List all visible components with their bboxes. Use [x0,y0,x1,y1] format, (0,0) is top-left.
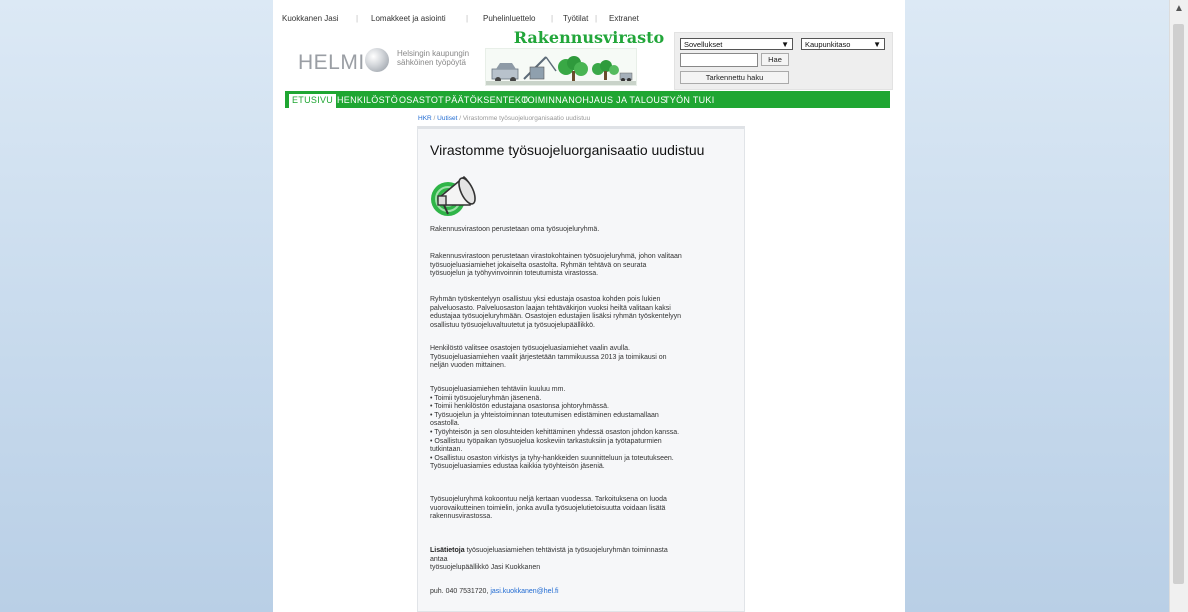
vertical-scrollbar[interactable]: ▲ [1169,0,1188,612]
text-line: työsuojeluasiamiehet jokaiselta osastolt… [430,261,647,269]
search-button[interactable]: Hae [761,53,789,66]
department-banner-image [485,48,637,86]
article-paragraph: Rakennusvirastoon perustetaan virastokoh… [430,253,735,279]
text-line: Lisätietoja työsuojeluasiamiehen tehtävi… [430,547,735,556]
list-item: • Työsuojelun ja yhteistoiminnan toteutu… [430,411,659,419]
text-line: rakennusvirastossa. [430,513,493,521]
list-item: osastolla. [430,420,460,428]
city-level-select[interactable]: Kaupunkitaso ▼ [801,38,885,50]
scrollbar-thumb[interactable] [1173,24,1184,584]
text-line: osallistuu työsuojeluvaltuutetut ja työs… [430,321,595,329]
text-line: Työsuojeluasiamies edustaa kaikkia työyh… [430,463,605,471]
text-line: puh. 040 7531720, jasi.kuokkanen@hel.fi [430,588,735,597]
search-input[interactable] [680,53,758,67]
megaphone-icon [431,175,476,216]
nav-item-tyon-tuki[interactable]: TYÖN TUKI [664,94,715,108]
nav-item-osastot[interactable]: OSASTOT [399,94,444,108]
toplink-user[interactable]: Kuokkanen Jasi [282,14,338,23]
nav-item-henkilosto[interactable]: HENKILÖSTÖ [337,94,398,108]
applications-select[interactable]: Sovellukset ▼ [680,38,793,50]
breadcrumb: HKR / Uutiset / Virastomme työsuojeluorg… [418,115,590,122]
city-level-select-value: Kaupunkitaso [805,40,851,49]
text-line: Rakennusvirastoon perustetaan virastokoh… [430,253,682,260]
page-container: Kuokkanen Jasi | Lomakkeet ja asiointi |… [273,0,905,612]
article-contact-info: Lisätietoja työsuojeluasiamiehen tehtävi… [430,547,735,573]
main-navigation: ETUSIVU HENKILÖSTÖ OSASTOT PÄÄTÖKSENTEKO… [285,91,890,108]
phone-text: puh. 040 7531720, [430,588,491,595]
article-paragraph: Ryhmän työskentelyyn osallistuu yksi edu… [430,296,735,330]
helmi-subtitle-line1: Helsingin kaupungin [397,49,470,58]
nav-item-toiminnanohjaus[interactable]: TOIMINNANOHJAUS JA TALOUS [522,94,667,108]
toplink-separator: | [356,14,359,23]
breadcrumb-current: Virastomme työsuojeluorganisaatio uudist… [462,115,591,122]
email-link[interactable]: jasi.kuokkanen@hel.fi [490,588,558,595]
helmi-subtitle-line2: sähköinen työpöytä [397,58,466,67]
chevron-down-icon: ▼ [781,40,789,49]
article-intro: Rakennusvirastoon perustetaan oma työsuo… [430,226,735,235]
text-line: palveluosasto. Palveluosaston laajan teh… [430,304,671,312]
article-phone-line: puh. 040 7531720, jasi.kuokkanen@hel.fi [430,588,735,597]
list-item: • Työyhteisön ja sen olosuhteiden kehitt… [430,428,680,436]
chevron-down-icon: ▼ [873,40,881,49]
text-line: Työsuojeluasiamiehen tehtäviin kuuluu mm… [430,386,566,393]
text-line: työsuojelun ja työhyvinvoinnin toteutumi… [430,270,599,278]
text-line: Työsuojeluasiamiehen vaalit järjestetään… [430,353,667,361]
toplink-separator: | [466,14,469,23]
nav-item-etusivu[interactable]: ETUSIVU [289,94,337,108]
list-item: • Osallistuu työpaikan työsuojelua koske… [430,437,662,445]
applications-select-value: Sovellukset [684,40,723,49]
toplink-extranet[interactable]: Extranet [609,14,639,23]
toplink-forms[interactable]: Lomakkeet ja asiointi [371,14,446,23]
text-line: edustajaa työsuojeluryhmään. Osastojen e… [430,313,681,321]
breadcrumb-news[interactable]: Uutiset [437,115,457,122]
text-line: Henkilöstö valitsee osastojen työsuojelu… [430,345,631,352]
site-header: HELMI Helsingin kaupungin sähköinen työp… [273,28,905,90]
text-line: Rakennusvirastoon perustetaan oma työsuo… [430,226,600,233]
list-item: • Toimii henkilöstön edustajana osastons… [430,403,609,411]
top-links-bar: Kuokkanen Jasi | Lomakkeet ja asiointi |… [273,0,905,30]
article-paragraph: Henkilöstö valitsee osastojen työsuojelu… [430,345,735,371]
helmi-logo-text[interactable]: HELMI [298,51,365,75]
text-line: antaa [430,555,448,563]
article-paragraph: Työsuojeluryhmä kokoontuu neljä kertaan … [430,496,735,522]
text-line: Työsuojeluryhmä kokoontuu neljä kertaan … [430,496,667,503]
breadcrumb-home[interactable]: HKR [418,115,432,122]
text-line: neljän vuoden mittainen. [430,362,506,370]
search-panel: Sovellukset ▼ Kaupunkitaso ▼ Hae Tarkenn… [674,32,893,90]
toplink-phonebook[interactable]: Puhelinluettelo [483,14,535,23]
toplink-separator: | [551,14,554,23]
text-line: työsuojelupäällikkö Jasi Kuokkanen [430,564,541,572]
list-item: tutkintaan. [430,446,463,454]
text-line: Ryhmän työskentelyyn osallistuu yksi edu… [430,296,661,303]
helmi-subtitle: Helsingin kaupungin sähköinen työpöytä [397,49,469,67]
article-task-list: Työsuojeluasiamiehen tehtäviin kuuluu mm… [430,386,735,472]
scroll-up-arrow-icon[interactable]: ▲ [1170,0,1188,18]
info-label: Lisätietoja [430,547,465,554]
pearl-logo-icon [365,48,389,72]
info-text: työsuojeluasiamiehen tehtävistä ja työsu… [464,547,668,554]
nav-item-paatoksenteko[interactable]: PÄÄTÖKSENTEKO [445,94,528,108]
list-item: • Osallistuu osaston virkistys ja tyhy-h… [430,454,674,462]
advanced-search-button[interactable]: Tarkennettu haku [680,71,789,84]
article-title: Virastomme työsuojeluorganisaatio uudist… [430,142,705,158]
article-panel: Virastomme työsuojeluorganisaatio uudist… [417,126,745,612]
toplink-separator: | [595,14,598,23]
text-line: vuorovaikutteinen toimielin, jonka avull… [430,504,666,512]
toplink-workspaces[interactable]: Työtilat [563,14,588,23]
list-item: • Toimii työsuojeluryhmän jäsenenä. [430,394,542,402]
